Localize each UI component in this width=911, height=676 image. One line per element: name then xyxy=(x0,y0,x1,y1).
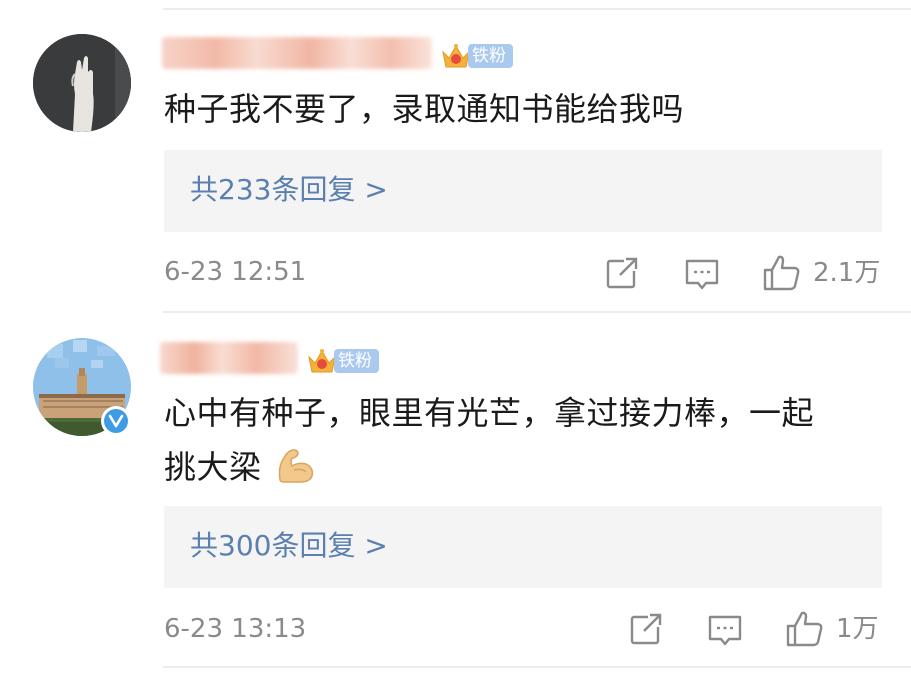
view-replies-link[interactable]: 共300条回复 > xyxy=(190,526,388,566)
comment-item: 铁粉 种子我不要了，录取通知书能给我吗 共233条回复 > 6-23 12:51… xyxy=(0,0,911,312)
divider xyxy=(163,666,911,668)
verified-icon xyxy=(101,406,131,436)
username-blurred[interactable] xyxy=(160,342,298,374)
timestamp: 6-23 13:13 xyxy=(164,614,307,644)
comment-text-line-1: 心中有种子，眼里有光芒，拿过接力棒，一起 xyxy=(164,394,815,432)
comment-icon[interactable] xyxy=(684,256,720,292)
comment-item: 铁粉 心中有种子，眼里有光芒，拿过接力棒，一起 挑大梁 共300条回复 > 6-… xyxy=(0,312,911,676)
username-blurred[interactable] xyxy=(162,37,432,69)
comment-text-line-2: 挑大梁 xyxy=(164,440,316,494)
thumbs-up-icon[interactable] xyxy=(785,609,825,649)
fan-badge[interactable]: 铁粉 xyxy=(306,346,379,376)
replies-box[interactable]: 共300条回复 > xyxy=(164,506,882,588)
comment-text-line-2-content: 挑大梁 xyxy=(164,448,262,486)
timestamp: 6-23 12:51 xyxy=(164,257,307,287)
replies-box[interactable]: 共233条回复 > xyxy=(164,150,882,232)
fan-badge[interactable]: 铁粉 xyxy=(440,41,513,71)
view-replies-link[interactable]: 共233条回复 > xyxy=(190,170,388,210)
fan-badge-label: 铁粉 xyxy=(468,44,513,68)
like-count: 2.1万 xyxy=(813,258,881,288)
thumbs-up-icon[interactable] xyxy=(762,253,802,293)
fan-badge-label: 铁粉 xyxy=(334,349,379,373)
comment-text: 种子我不要了，录取通知书能给我吗 xyxy=(164,90,685,128)
like-count: 1万 xyxy=(836,614,879,644)
comment-icon[interactable] xyxy=(707,612,743,648)
avatar[interactable] xyxy=(33,34,131,132)
comment-list: 铁粉 种子我不要了，录取通知书能给我吗 共233条回复 > 6-23 12:51… xyxy=(0,0,911,676)
share-icon[interactable] xyxy=(604,255,640,291)
flexed-biceps-emoji xyxy=(278,449,314,483)
share-icon[interactable] xyxy=(628,611,664,647)
